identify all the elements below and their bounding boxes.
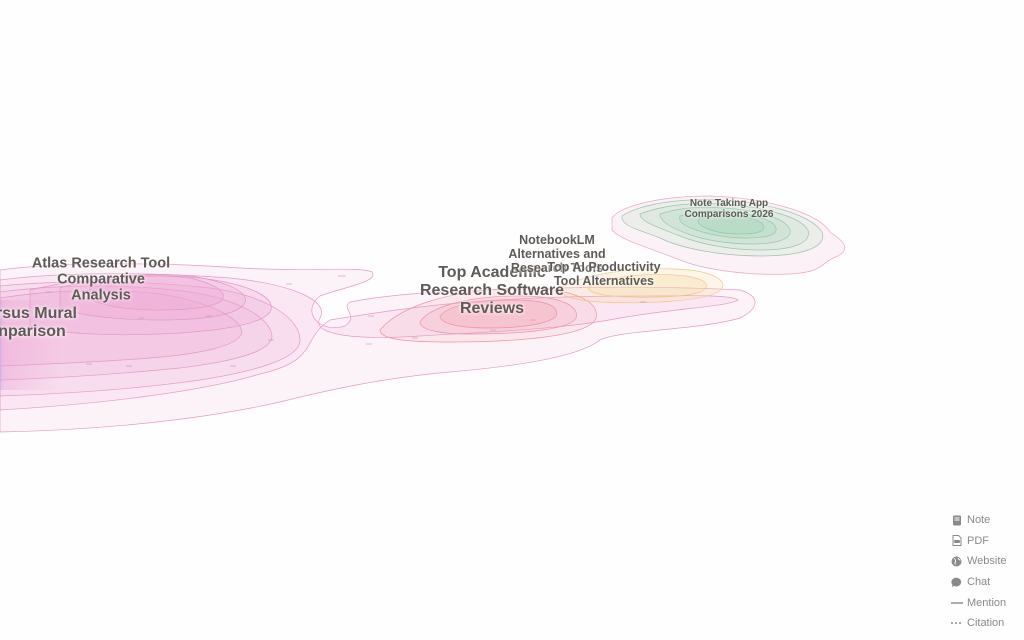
cluster-label-productivity[interactable]: Top AI Productivity Tool Alternatives: [547, 260, 660, 288]
note-icon: [950, 514, 963, 527]
cluster-label-line: ersus Mural: [0, 305, 77, 323]
cluster-label-line: Comparisons 2026: [684, 209, 774, 220]
dotted-line-icon: [950, 617, 963, 630]
legend-item-note: Note: [950, 510, 1020, 531]
legend-label: Mention: [967, 596, 1007, 609]
legend-item-website: Website: [950, 551, 1020, 572]
pdf-icon: [950, 534, 963, 547]
knowledge-map-canvas[interactable]: Atlas Research Tool Comparative Analysis…: [0, 0, 1024, 640]
cluster-label-line: Analysis: [71, 288, 131, 305]
cluster-label-line: Alternatives and: [508, 247, 606, 261]
legend-label: Note: [967, 514, 991, 527]
cluster-label-line: Atlas Research Tool: [31, 255, 171, 272]
cluster-label-line: NotebookLM: [519, 233, 595, 247]
legend-item-citation: Citation: [950, 613, 1020, 634]
legend-item-pdf: PDF: [950, 531, 1020, 552]
cluster-label-line: nparison: [0, 323, 66, 340]
legend: Note PDF Website Chat Mention Citation: [950, 510, 1020, 634]
solid-line-icon: [950, 596, 963, 609]
legend-label: Citation: [967, 617, 1005, 630]
globe-icon: [950, 555, 963, 568]
cluster-label-line: Tool Alternatives: [553, 274, 655, 288]
legend-label: Website: [967, 555, 1007, 568]
cluster-label-line: Reviews: [459, 299, 525, 317]
cluster-label-line: Note Taking App: [689, 197, 769, 209]
chat-bubble-icon: [950, 576, 963, 589]
cluster-label-line: Top AI Productivity: [547, 260, 661, 274]
contour-map[interactable]: [0, 0, 1024, 640]
cluster-label-line: Research Software: [419, 282, 565, 300]
legend-item-chat: Chat: [950, 572, 1020, 593]
cluster-label-notetaking[interactable]: Note Taking App Comparisons 2026: [685, 198, 774, 220]
legend-item-mention: Mention: [950, 592, 1020, 613]
cluster-label-mural[interactable]: ersus Mural nparison: [0, 305, 77, 341]
cluster-label-line: Comparative: [57, 271, 145, 288]
cluster-label-atlas[interactable]: Atlas Research Tool Comparative Analysis: [32, 256, 170, 305]
legend-label: Chat: [967, 576, 991, 589]
legend-label: PDF: [967, 534, 989, 547]
